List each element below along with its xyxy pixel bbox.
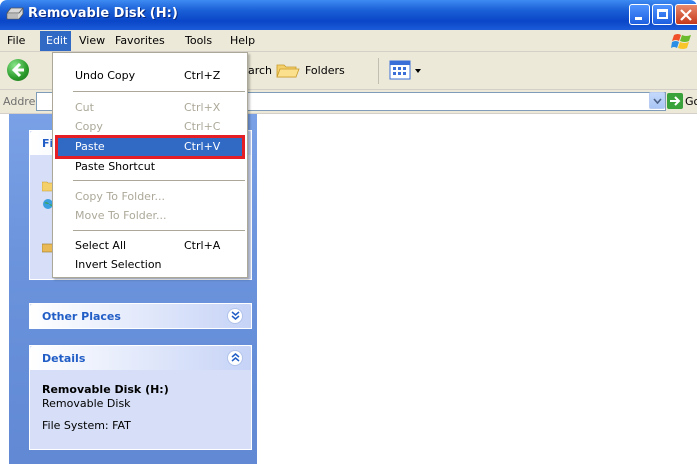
chevron-double-up-icon	[231, 353, 240, 362]
go-label[interactable]: Go	[685, 95, 697, 108]
address-dropdown-button[interactable]	[649, 92, 665, 109]
menu-item-paste-shortcut[interactable]: Paste Shortcut	[53, 157, 247, 176]
collapse-button[interactable]	[227, 350, 243, 366]
toolbar-separator	[378, 58, 379, 84]
move-to-folder-label: Move To Folder...	[75, 209, 167, 222]
details-panel: Details Removable Disk (H:) Removable Di…	[29, 345, 252, 450]
details-drive-name: Removable Disk (H:)	[42, 383, 169, 396]
details-header[interactable]: Details	[30, 346, 251, 370]
cut-label: Cut	[75, 101, 94, 114]
menu-item-move-to-folder[interactable]: Move To Folder...	[53, 206, 247, 225]
other-places-panel: Other Places	[29, 303, 252, 329]
other-places-title: Other Places	[42, 310, 121, 323]
paste-shortcut-label: Paste Shortcut	[75, 160, 156, 173]
views-button-icon[interactable]	[388, 59, 424, 81]
menu-item-cut[interactable]: Cut Ctrl+X	[53, 98, 247, 117]
select-all-shortcut: Ctrl+A	[184, 239, 221, 252]
windows-logo-icon	[671, 34, 691, 49]
menu-separator	[73, 230, 245, 231]
back-arrow-icon	[11, 62, 24, 78]
go-arrow-icon	[670, 96, 681, 106]
menu-item-select-all[interactable]: Select All Ctrl+A	[53, 236, 247, 255]
expand-button[interactable]	[227, 308, 243, 324]
menu-item-undo-copy[interactable]: Undo Copy Ctrl+Z	[53, 66, 247, 85]
cut-shortcut: Ctrl+X	[184, 101, 221, 114]
menu-separator	[73, 180, 245, 181]
details-drive-type: Removable Disk	[42, 397, 131, 410]
chevron-down-icon	[653, 98, 662, 104]
menu-help[interactable]: Help	[230, 34, 255, 47]
menu-item-copy-to-folder[interactable]: Copy To Folder...	[53, 187, 247, 206]
go-button[interactable]	[667, 93, 683, 109]
menu-item-copy[interactable]: Copy Ctrl+C	[53, 117, 247, 136]
details-title: Details	[42, 352, 86, 365]
select-all-label: Select All	[75, 239, 127, 252]
close-icon	[680, 9, 692, 21]
minimize-button[interactable]	[629, 4, 650, 25]
undo-copy-label: Undo Copy	[75, 69, 136, 82]
window-title: Removable Disk (H:)	[28, 6, 178, 21]
minimize-icon	[635, 17, 642, 20]
folder-content-area[interactable]	[257, 114, 697, 464]
search-button-label[interactable]: Search	[248, 64, 272, 77]
address-label: Address	[3, 95, 37, 108]
annotation-highlight-box	[55, 135, 245, 159]
title-bar[interactable]: Removable Disk (H:)	[0, 0, 697, 30]
maximize-button[interactable]	[652, 4, 673, 25]
back-button[interactable]	[7, 59, 29, 81]
menu-item-invert-selection[interactable]: Invert Selection	[53, 255, 247, 274]
undo-copy-shortcut: Ctrl+Z	[184, 69, 221, 82]
menu-favorites[interactable]: Favorites	[115, 34, 165, 47]
removable-disk-icon	[6, 7, 24, 20]
copy-label: Copy	[75, 120, 103, 133]
menu-view[interactable]: View	[79, 34, 105, 47]
folders-icon[interactable]	[276, 61, 300, 79]
menu-edit[interactable]: Edit	[46, 34, 67, 47]
menu-file[interactable]: File	[7, 34, 25, 47]
folders-button-label[interactable]: Folders	[305, 64, 345, 77]
copy-to-folder-label: Copy To Folder...	[75, 190, 165, 203]
details-file-system: File System: FAT	[42, 419, 131, 432]
menu-tools[interactable]: Tools	[185, 34, 212, 47]
menu-bar: File Edit View Favorites Tools Help	[0, 30, 697, 52]
maximize-icon	[657, 9, 668, 19]
copy-shortcut: Ctrl+C	[184, 120, 221, 133]
other-places-header[interactable]: Other Places	[30, 304, 251, 328]
edit-menu-dropdown: Undo Copy Ctrl+Z Cut Ctrl+X Copy Ctrl+C …	[52, 52, 248, 278]
chevron-double-down-icon	[231, 311, 240, 320]
invert-selection-label: Invert Selection	[75, 258, 162, 271]
menu-separator	[73, 91, 245, 92]
close-button[interactable]	[675, 4, 697, 25]
